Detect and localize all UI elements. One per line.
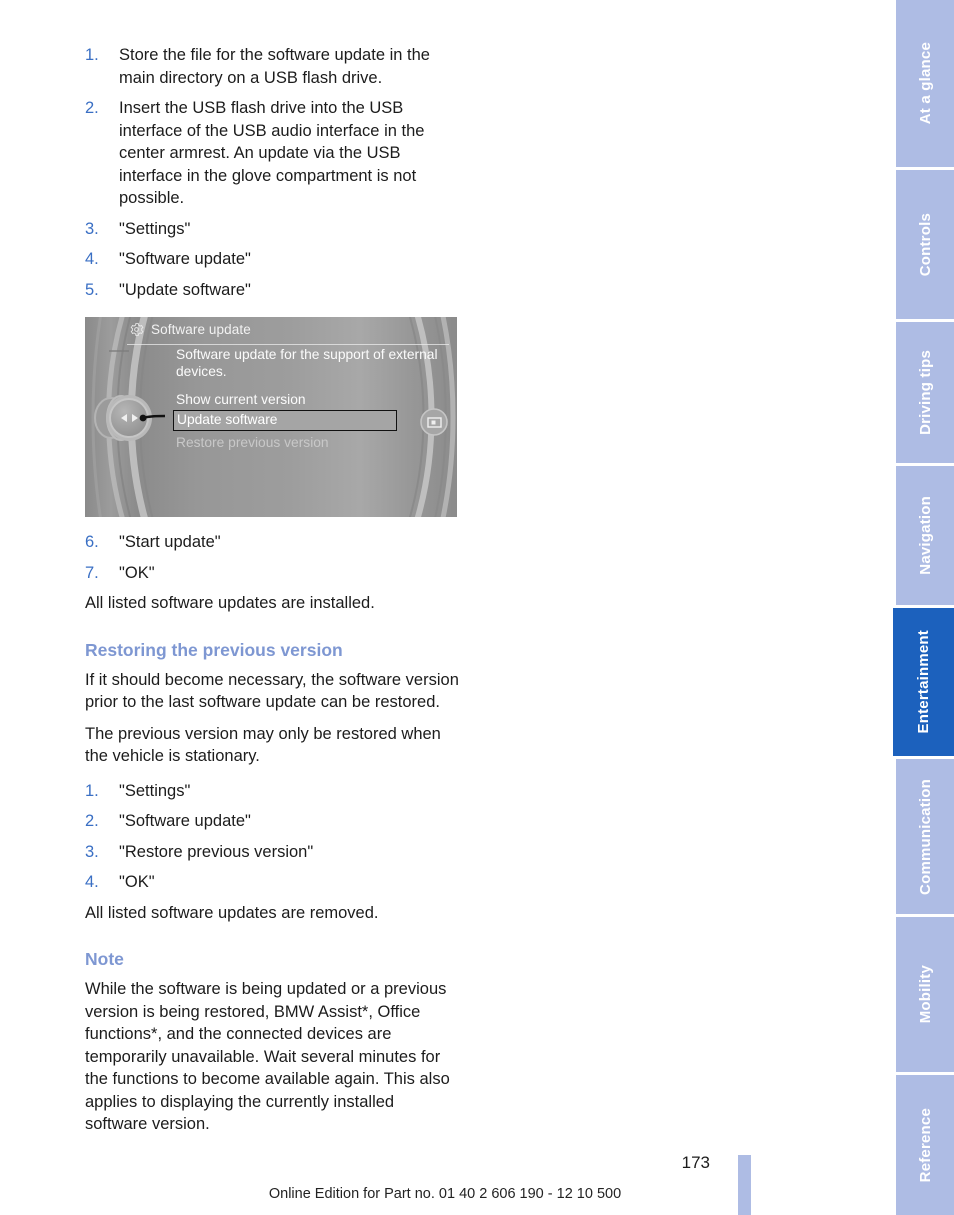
page-number: 173 xyxy=(681,1153,710,1172)
figure-description: Software update for the support of exter… xyxy=(176,347,438,379)
list-item: 3. "Restore previous version" xyxy=(85,841,460,864)
figure-title: Software update xyxy=(151,322,251,337)
gear-icon xyxy=(130,323,144,336)
list-item-text: "OK" xyxy=(119,873,155,891)
restore-steps-list: 1. "Settings" 2. "Software update" 3. "R… xyxy=(85,780,460,894)
list-item: 3. "Settings" xyxy=(85,218,460,241)
list-item-text: "Software update" xyxy=(119,812,251,830)
list-item-number: 1. xyxy=(85,46,99,64)
tab-label: At a glance xyxy=(916,42,934,125)
idrive-screen-figure: Software update Software update for the … xyxy=(85,317,457,517)
restore-paragraph-2: The previous version may only be restore… xyxy=(85,724,441,766)
list-item-text: "Restore previous version" xyxy=(119,842,314,861)
tab-label: Mobility xyxy=(916,965,934,1024)
list-item: 6. "Start update" xyxy=(85,531,460,554)
list-item-number: 6. xyxy=(85,533,99,551)
list-item-text: Insert the USB flash drive into the USB … xyxy=(119,99,425,207)
list-item: 4. "OK" xyxy=(85,871,460,894)
update-steps-list: 1. Store the file for the software updat… xyxy=(85,44,460,301)
list-item-text: "Settings" xyxy=(119,219,191,238)
tab-navigation[interactable]: Navigation xyxy=(896,466,954,605)
figure-header: Software update xyxy=(129,322,251,337)
list-item-number: 1. xyxy=(85,781,99,800)
list-item-text: "Update software" xyxy=(119,280,251,299)
list-item-number: 3. xyxy=(85,842,99,861)
tab-driving-tips[interactable]: Driving tips xyxy=(896,322,954,463)
list-item-number: 4. xyxy=(85,873,99,891)
tab-label: Communication xyxy=(916,778,934,895)
list-item-number: 4. xyxy=(85,250,99,268)
list-item-number: 5. xyxy=(85,280,99,299)
tab-label: Navigation xyxy=(916,496,934,575)
restore-section-heading: Restoring the previous version xyxy=(85,639,343,660)
list-item-number: 2. xyxy=(85,99,99,117)
list-item: 7. "OK" xyxy=(85,562,460,585)
tab-communication[interactable]: Communication xyxy=(896,759,954,914)
list-item: 1. Store the file for the software updat… xyxy=(85,44,460,89)
tab-at-a-glance[interactable]: At a glance xyxy=(896,0,954,167)
list-item-text: Store the file for the software update i… xyxy=(119,46,430,87)
figure-menu-item-update-software[interactable]: Update software xyxy=(173,410,397,431)
figure-menu-item-restore-previous-version[interactable]: Restore previous version xyxy=(176,435,329,451)
page-canvas: 1. Store the file for the software updat… xyxy=(0,0,890,1215)
footer-text: Online Edition for Part no. 01 40 2 606 … xyxy=(268,1186,622,1202)
list-item-number: 7. xyxy=(85,563,99,582)
restore-paragraph-1: If it should become necessary, the softw… xyxy=(85,670,459,712)
note-section-heading: Note xyxy=(85,949,124,969)
tab-label: Reference xyxy=(916,1107,934,1183)
result-installed-text: All listed software updates are installe… xyxy=(85,594,375,612)
tab-label: Entertainment xyxy=(915,630,932,734)
result-removed-text: All listed software updates are removed. xyxy=(85,903,379,922)
tab-controls[interactable]: Controls xyxy=(896,170,954,319)
chapter-tabs: At a glance Controls Driving tips Naviga… xyxy=(890,0,954,1215)
list-item: 5. "Update software" xyxy=(85,279,460,302)
tab-label: Controls xyxy=(916,212,934,277)
update-steps-list-continued: 6. "Start update" 7. "OK" xyxy=(85,531,460,584)
list-item: 2. Insert the USB flash drive into the U… xyxy=(85,97,460,210)
tab-entertainment[interactable]: Entertainment xyxy=(893,608,954,756)
list-item-number: 2. xyxy=(85,812,99,830)
list-item-number: 3. xyxy=(85,219,99,238)
tab-reference[interactable]: Reference xyxy=(896,1075,954,1215)
page-number-bar xyxy=(738,1155,751,1215)
list-item-text: "Software update" xyxy=(119,250,251,268)
content-column: 1. Store the file for the software updat… xyxy=(85,44,460,1136)
note-paragraph: While the software is being updated or a… xyxy=(85,980,450,1133)
tab-label: Driving tips xyxy=(916,350,934,435)
figure-divider xyxy=(127,344,449,345)
list-item-text: "Start update" xyxy=(119,533,221,551)
list-item: 2. "Software update" xyxy=(85,810,460,833)
list-item-text: "OK" xyxy=(119,563,155,582)
list-item-text: "Settings" xyxy=(119,781,191,800)
list-item: 1. "Settings" xyxy=(85,780,460,803)
figure-menu-item-show-current-version[interactable]: Show current version xyxy=(176,392,306,408)
tab-mobility[interactable]: Mobility xyxy=(896,917,954,1072)
list-item: 4. "Software update" xyxy=(85,248,460,271)
